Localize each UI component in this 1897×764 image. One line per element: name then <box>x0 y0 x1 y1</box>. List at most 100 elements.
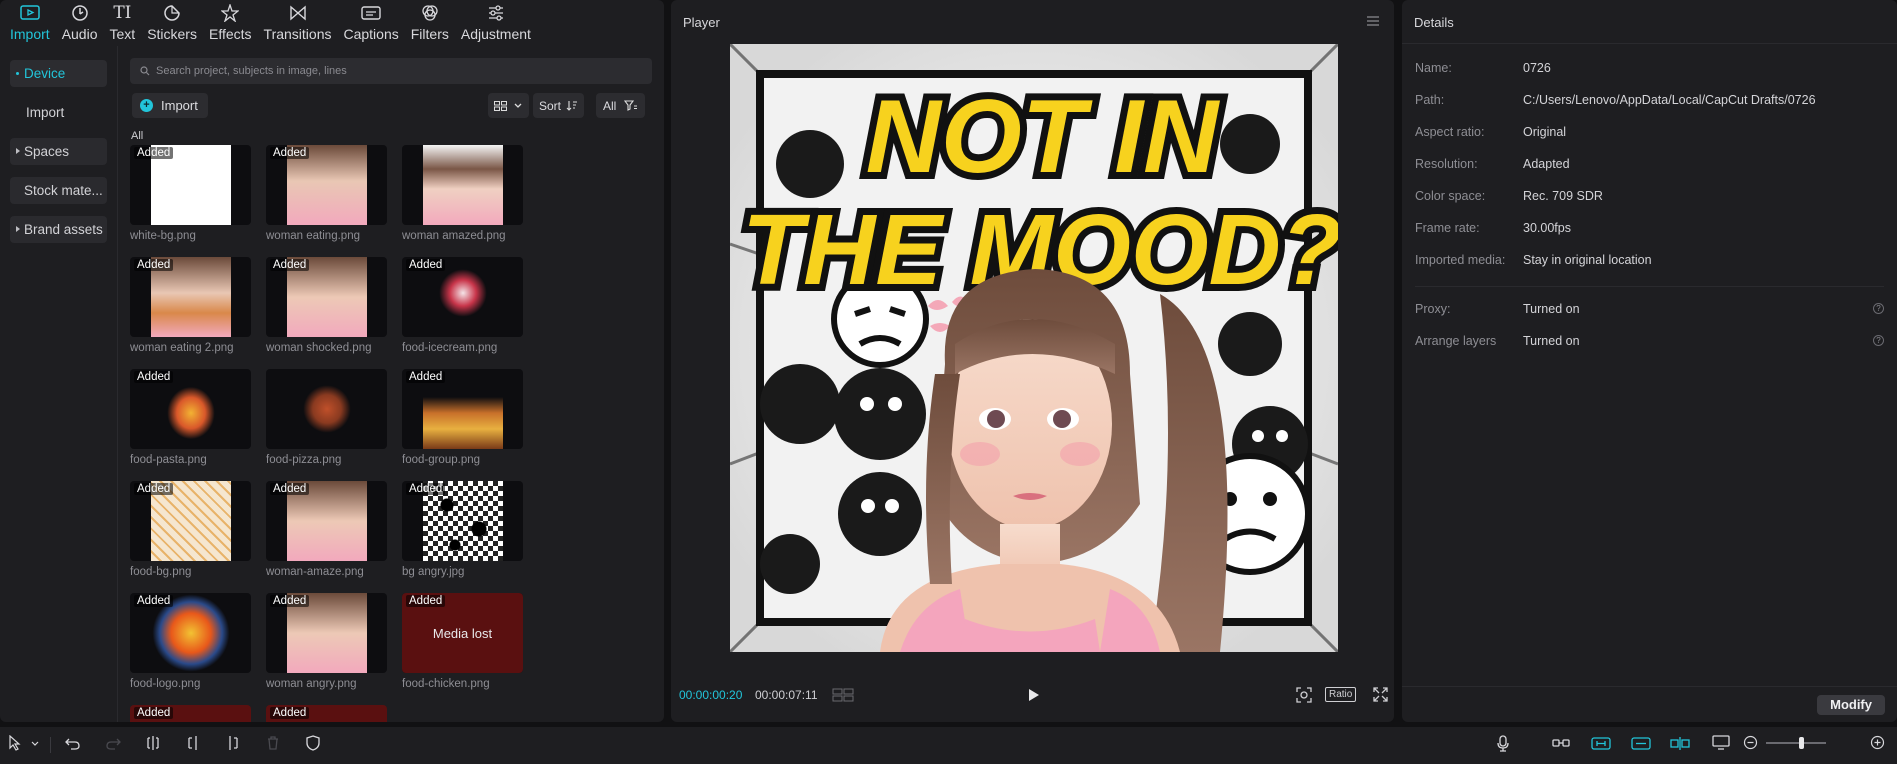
link-icon[interactable] <box>1552 738 1570 748</box>
zoom-slider-track[interactable] <box>1766 742 1826 744</box>
media-item[interactable]: Media lost Added food-chicken.png <box>402 593 523 690</box>
media-item[interactable]: Added food-icecream.png <box>402 257 523 354</box>
player-title: Player <box>683 15 720 30</box>
media-name: food-chicken.png <box>402 678 490 690</box>
media-item[interactable]: Added woman-amaze.png <box>266 481 387 578</box>
sort-button[interactable]: Sort <box>533 93 585 118</box>
search-input[interactable] <box>156 65 636 77</box>
ratio-button[interactable]: Ratio <box>1325 687 1357 702</box>
media-name: food-icecream.png <box>402 342 498 354</box>
current-timecode: 00:00:00:20 <box>679 688 743 702</box>
screenshot-icon[interactable] <box>1296 687 1312 703</box>
media-item[interactable]: Added woman eating 2.png <box>130 257 251 354</box>
detail-value: 0726 <box>1523 61 1551 75</box>
tab-audio[interactable]: Audio <box>56 2 104 46</box>
chevron-down-icon <box>514 103 522 108</box>
preview-axis-icon[interactable] <box>1670 737 1690 750</box>
detail-row-name: Name: 0726 <box>1415 61 1551 75</box>
tab-stickers[interactable]: Stickers <box>141 2 203 46</box>
tab-adjustment[interactable]: Adjustment <box>455 2 537 46</box>
auto-snap-icon[interactable] <box>1631 737 1651 750</box>
microphone-icon[interactable] <box>1497 735 1509 752</box>
media-item[interactable]: Added <box>130 705 251 722</box>
filter-icon <box>624 100 638 111</box>
tab-filters[interactable]: Filters <box>405 2 455 46</box>
media-thumbnail: Added <box>130 705 251 722</box>
sidebar-item-label: Spaces <box>24 144 70 159</box>
sort-icon <box>566 101 578 111</box>
media-name: food-group.png <box>402 454 481 466</box>
zoom-out-icon[interactable] <box>1743 735 1758 750</box>
details-panel: Details Name: 0726 Path: C:/Users/Lenovo/A… <box>1402 0 1897 722</box>
filter-button[interactable]: All <box>596 93 646 118</box>
media-item[interactable]: Added woman eating.png <box>266 145 387 242</box>
tab-transitions[interactable]: Transitions <box>258 2 338 46</box>
split-right-icon[interactable] <box>226 735 240 751</box>
sidebar-item-device[interactable]: Device <box>10 60 107 87</box>
select-cursor-icon[interactable] <box>8 735 22 751</box>
detail-row-arrange-layers: Arrange layers Turned on <box>1415 334 1580 348</box>
media-item[interactable]: Added <box>266 705 387 722</box>
added-badge: Added <box>134 147 174 159</box>
delete-icon[interactable] <box>266 735 280 751</box>
zoom-in-icon[interactable] <box>1870 735 1885 750</box>
sidebar-item-import[interactable]: Import <box>10 99 107 126</box>
detail-key: Name: <box>1415 61 1452 75</box>
detail-row-aspect-ratio: Aspect ratio: Original <box>1415 125 1566 139</box>
screen-settings-icon[interactable] <box>1712 735 1730 750</box>
tab-import[interactable]: Import <box>4 2 56 46</box>
media-item[interactable]: Added food-pasta.png <box>130 369 251 466</box>
undo-icon[interactable] <box>65 735 81 751</box>
help-icon[interactable]: ? <box>1873 303 1884 314</box>
media-item[interactable]: Added food-logo.png <box>130 593 251 690</box>
added-badge: Added <box>406 595 446 607</box>
frame-grid-icon[interactable] <box>832 688 854 702</box>
media-thumbnail: Added <box>130 481 251 561</box>
added-badge: Added <box>134 595 174 607</box>
added-badge: Added <box>270 259 310 271</box>
modify-button[interactable]: Modify <box>1817 695 1885 715</box>
sidebar-item-spaces[interactable]: Spaces <box>10 138 107 165</box>
shield-icon[interactable] <box>306 735 320 751</box>
added-badge: Added <box>134 259 174 271</box>
detail-value: Turned on <box>1523 334 1580 348</box>
tab-label: Adjustment <box>460 26 531 42</box>
media-item[interactable]: Added food-group.png <box>402 369 523 466</box>
redo-icon[interactable] <box>105 735 121 751</box>
media-item[interactable]: Added woman shocked.png <box>266 257 387 354</box>
media-name: food-bg.png <box>130 566 192 578</box>
media-name: woman amazed.png <box>402 230 506 242</box>
magnet-snap-icon[interactable] <box>1591 737 1611 750</box>
media-item[interactable]: Added food-bg.png <box>130 481 251 578</box>
detail-key: Proxy: <box>1415 302 1451 316</box>
chevron-down-icon[interactable] <box>30 740 40 748</box>
help-icon[interactable]: ? <box>1873 335 1884 346</box>
tab-effects[interactable]: Effects <box>203 2 258 46</box>
divider <box>1415 286 1884 287</box>
media-item[interactable]: Added bg angry.jpg <box>402 481 523 578</box>
fullscreen-icon[interactable] <box>1373 687 1388 702</box>
media-item[interactable]: woman amazed.png <box>402 145 523 242</box>
split-icon[interactable] <box>146 735 160 751</box>
import-button-label: Import <box>161 98 198 113</box>
detail-row-color-space: Color space: Rec. 709 SDR <box>1415 189 1603 203</box>
detail-key: Color space: <box>1415 189 1486 203</box>
search-bar[interactable] <box>130 58 652 84</box>
view-mode-button[interactable] <box>488 93 529 118</box>
sidebar-item-brand-assets[interactable]: Brand assets <box>10 216 107 243</box>
play-icon[interactable] <box>1027 687 1041 703</box>
menu-icon[interactable] <box>1366 15 1380 27</box>
import-button[interactable]: + Import <box>132 93 208 118</box>
tab-text[interactable]: TI Text <box>104 2 142 46</box>
added-badge: Added <box>134 483 174 495</box>
media-item[interactable]: food-pizza.png <box>266 369 387 466</box>
preview-canvas[interactable]: NOT IN NOT IN THE MOOD? THE MOOD? <box>730 44 1338 652</box>
media-thumbnail: Added <box>130 369 251 449</box>
tab-captions[interactable]: Captions <box>337 2 404 46</box>
media-item[interactable]: Added white-bg.png <box>130 145 251 242</box>
sidebar-item-stock-material[interactable]: Stock mate... <box>10 177 107 204</box>
split-left-icon[interactable] <box>186 735 200 751</box>
sort-button-label: Sort <box>539 98 562 113</box>
media-item[interactable]: Added woman angry.png <box>266 593 387 690</box>
zoom-slider-handle[interactable] <box>1799 737 1804 749</box>
